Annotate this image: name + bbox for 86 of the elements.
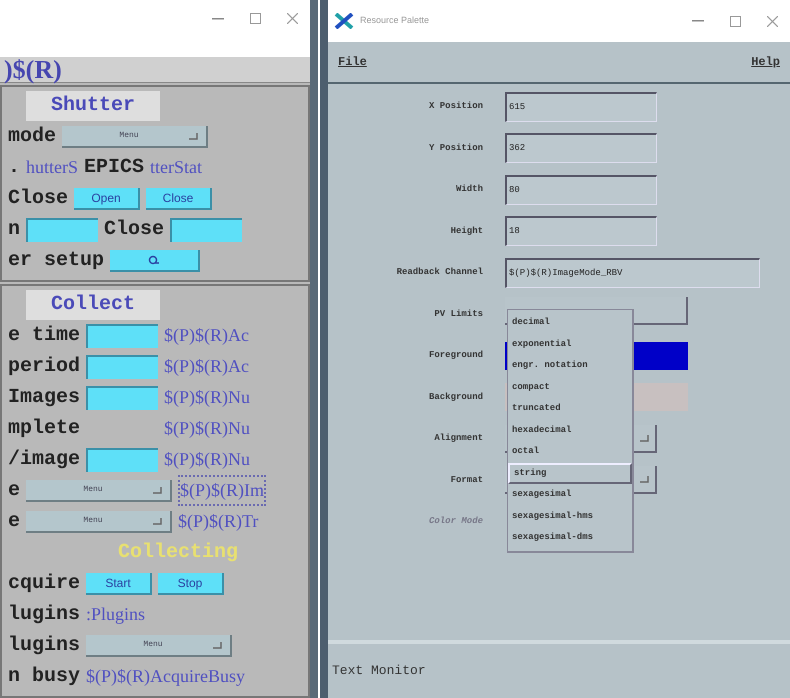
- property-label: Alignment: [433, 432, 484, 445]
- input-field[interactable]: [26, 218, 98, 242]
- input-field[interactable]: [170, 218, 242, 242]
- field-label: e time: [8, 322, 80, 348]
- input-field[interactable]: [86, 448, 158, 472]
- close-icon[interactable]: [287, 13, 298, 24]
- window-title: Resource Palette: [360, 14, 430, 28]
- field-label: mplete: [8, 416, 80, 442]
- pv-monitor: tterStat: [150, 156, 202, 179]
- field-label: .: [8, 154, 20, 180]
- dropdown-option[interactable]: hexadecimal: [508, 420, 632, 441]
- property-label: Readback Channel: [396, 266, 484, 279]
- input-field[interactable]: 615: [505, 92, 657, 122]
- pv-monitor: $(P)$(R)Nu: [164, 386, 250, 409]
- action-button[interactable]: Open: [74, 188, 140, 210]
- status-text: Collecting: [116, 540, 240, 566]
- property-label: Width: [454, 183, 484, 196]
- input-field[interactable]: $(P)$(R)ImageMode_RBV: [505, 258, 760, 288]
- dropdown-option[interactable]: sexagesimal-hms: [508, 506, 632, 527]
- action-button[interactable]: Close: [146, 188, 212, 210]
- minimize-icon[interactable]: [212, 18, 224, 20]
- dropdown-option[interactable]: sexagesimal-dms: [508, 527, 632, 548]
- field-label: er setup: [8, 248, 104, 274]
- menu-item[interactable]: Help: [751, 53, 780, 71]
- menu-dropdown[interactable]: Menu: [26, 510, 172, 532]
- property-label: Format: [450, 474, 484, 486]
- field-label: n busy: [8, 664, 80, 690]
- app-logo-icon: [334, 13, 354, 29]
- dropdown-option[interactable]: engr. notation: [508, 355, 632, 376]
- input-field[interactable]: 80: [505, 174, 657, 205]
- dropdown-option[interactable]: truncated: [508, 398, 632, 420]
- panel-title: Shutter: [26, 91, 160, 121]
- menu-dropdown[interactable]: Menu: [62, 126, 208, 148]
- field-label: lugins: [8, 602, 80, 628]
- property-label: Color Mode: [428, 515, 484, 528]
- menu-item[interactable]: File: [338, 53, 367, 71]
- dropdown-option[interactable]: compact: [508, 376, 632, 398]
- property-label: Background: [428, 390, 484, 404]
- field-label: e: [8, 478, 20, 504]
- dropdown-option[interactable]: exponential: [508, 334, 632, 355]
- pv-monitor: $(P)$(R)Ac: [164, 324, 249, 347]
- field-label: Images: [8, 384, 80, 410]
- dropdown-option[interactable]: decimal: [508, 312, 632, 334]
- field-label: lugins: [8, 632, 80, 658]
- input-field[interactable]: [86, 386, 158, 410]
- dropdown-option[interactable]: octal: [508, 441, 632, 462]
- pv-monitor: $(P)$(R)Tr: [178, 510, 258, 533]
- menu-dropdown[interactable]: Menu: [86, 634, 232, 656]
- panel-title: Collect: [26, 290, 160, 320]
- field-label: Close: [104, 216, 164, 242]
- input-field[interactable]: [86, 324, 158, 348]
- pv-monitor: $(P)$(R)Im: [178, 475, 266, 506]
- field-label: mode: [8, 124, 56, 150]
- field-label: Close: [8, 186, 68, 212]
- close-icon[interactable]: [767, 16, 778, 26]
- property-label: PV Limits: [433, 308, 484, 320]
- dropdown-option[interactable]: sexagesimal: [508, 484, 632, 506]
- field-label: n: [8, 216, 20, 242]
- pv-monitor: hutterS: [26, 156, 78, 179]
- pv-monitor: $(P)$(R)AcquireBusy: [86, 665, 245, 688]
- action-button[interactable]: Stop: [158, 572, 224, 594]
- dropdown-option[interactable]: string: [508, 462, 632, 484]
- property-label: Foreground: [428, 349, 484, 362]
- property-label: Height: [450, 224, 484, 238]
- field-label: e: [8, 508, 20, 534]
- pv-monitor: $(P)$(R)Nu: [164, 448, 250, 471]
- menu-dropdown[interactable]: Menu: [26, 480, 172, 502]
- pv-monitor: $(P)$(R)Nu: [164, 417, 250, 440]
- action-button[interactable]: Start: [86, 572, 152, 594]
- input-field[interactable]: 362: [505, 133, 657, 164]
- maximize-icon[interactable]: [250, 13, 261, 24]
- setup-button[interactable]: [110, 250, 200, 272]
- property-label: Y Position: [428, 142, 484, 154]
- field-label: /image: [8, 446, 80, 472]
- field-label: period: [8, 354, 80, 380]
- display-title: )$(R): [4, 56, 62, 82]
- input-field[interactable]: 18: [505, 216, 657, 246]
- maximize-icon[interactable]: [730, 16, 741, 26]
- input-field[interactable]: [86, 354, 158, 378]
- field-label: cquire: [8, 570, 80, 596]
- minimize-icon[interactable]: [692, 20, 704, 22]
- pv-monitor: $(P)$(R)Ac: [164, 355, 249, 378]
- pv-monitor: :Plugins: [86, 603, 146, 626]
- property-label: X Position: [428, 100, 484, 113]
- field-label: EPICS: [84, 154, 144, 180]
- status-text: Text Monitor: [332, 662, 426, 680]
